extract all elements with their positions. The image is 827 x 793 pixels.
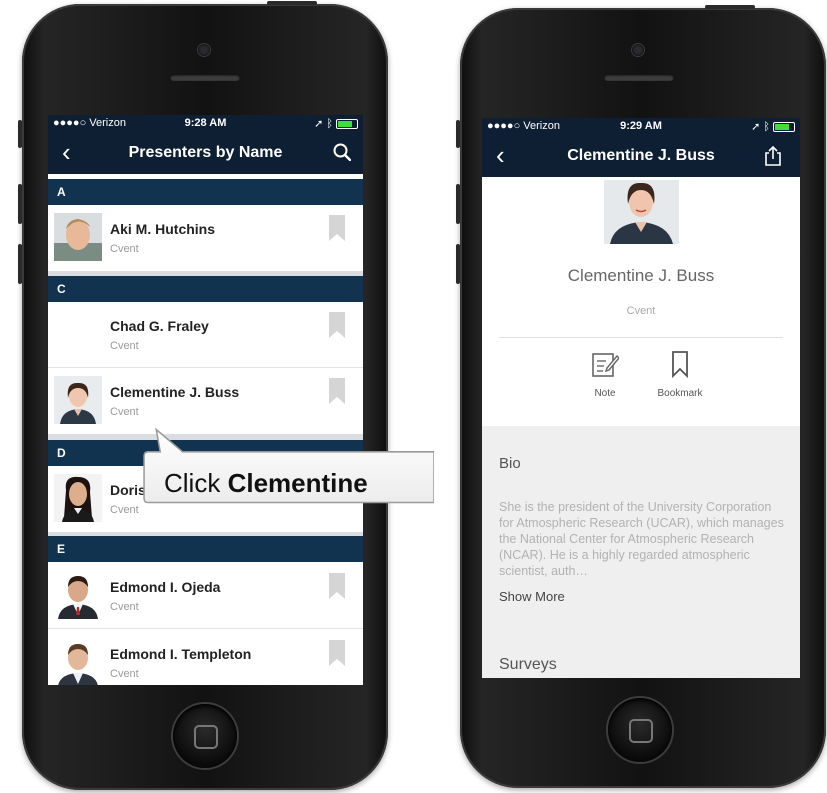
section-header-c: C (48, 276, 363, 302)
callout-text: Click Clementine (164, 468, 368, 498)
home-button[interactable] (608, 698, 672, 762)
profile-photo (604, 180, 679, 244)
status-bar: ●●●●○ Verizon 9:28 AM ➚ ᛒ (48, 115, 363, 132)
status-bar: ●●●●○ Verizon 9:29 AM ➚ ᛒ (482, 118, 800, 135)
presenter-org: Cvent (110, 601, 139, 613)
presenter-name: Edmond I. Templeton (110, 646, 252, 662)
volume-down-button (456, 244, 460, 284)
note-action[interactable]: Note (570, 350, 640, 399)
presenter-org: Cvent (110, 504, 139, 516)
bookmark-action[interactable]: Bookmark (645, 350, 715, 399)
presenter-row-aki[interactable]: Aki M. Hutchins Cvent (48, 205, 363, 271)
volume-up-button (18, 184, 22, 224)
section-header-e: E (48, 536, 363, 562)
avatar (54, 376, 102, 424)
presenter-org: Cvent (110, 340, 139, 352)
back-icon[interactable]: ‹ (496, 142, 505, 168)
front-camera (632, 44, 644, 56)
search-icon[interactable] (333, 143, 351, 161)
bookmark-icon[interactable] (329, 573, 345, 599)
presenter-row-edmond-templeton[interactable]: Edmond I. Templeton Cvent (48, 630, 363, 685)
bookmark-icon[interactable] (329, 378, 345, 404)
mute-switch (18, 120, 22, 148)
location-icon: ➚ (314, 118, 324, 130)
left-screen: ●●●●○ Verizon 9:28 AM ➚ ᛒ ‹ Presenters b… (48, 115, 363, 685)
note-icon (592, 353, 619, 377)
bio-text: She is the president of the University C… (499, 500, 784, 578)
presenter-row-chad[interactable]: Chad G. Fraley Cvent (48, 302, 363, 368)
page-title: Presenters by Name (128, 144, 283, 161)
power-button (705, 5, 755, 9)
presenter-org: Cvent (110, 668, 139, 680)
home-button[interactable] (173, 704, 237, 768)
presenter-name: Aki M. Hutchins (110, 221, 216, 237)
location-icon: ➚ (751, 121, 761, 133)
earpiece-speaker (170, 74, 240, 81)
presenter-org: Cvent (110, 406, 139, 418)
bookmark-icon[interactable] (329, 640, 345, 666)
show-more-link[interactable]: Show More (499, 589, 565, 604)
mute-switch (456, 120, 460, 148)
nav-bar: ‹ Clementine J. Buss (482, 135, 800, 177)
presenter-name: Edmond I. Ojeda (110, 579, 221, 595)
bookmark-icon[interactable] (329, 215, 345, 241)
avatar (54, 571, 102, 619)
battery-icon (773, 121, 795, 132)
profile-org: Cvent (626, 305, 656, 317)
back-icon[interactable]: ‹ (62, 139, 71, 165)
right-screen: ●●●●○ Verizon 9:29 AM ➚ ᛒ ‹ Clementine J… (482, 118, 800, 678)
profile-name: Clementine J. Buss (567, 266, 715, 285)
share-icon[interactable] (764, 146, 782, 166)
earpiece-speaker (604, 74, 674, 81)
bookmark-icon[interactable] (329, 312, 345, 338)
volume-up-button (456, 184, 460, 224)
instruction-callout (143, 427, 434, 504)
presenter-name: Chad G. Fraley (110, 318, 209, 334)
page-title: Clementine J. Buss (567, 147, 715, 164)
bookmark-icon (672, 351, 688, 378)
presenter-row-edmond-ojeda[interactable]: Edmond I. Ojeda Cvent (48, 563, 363, 629)
avatar (54, 474, 102, 522)
section-header-a: A (48, 179, 363, 205)
bluetooth-icon: ᛒ (326, 117, 333, 130)
divider (499, 337, 783, 338)
volume-down-button (18, 244, 22, 284)
bio-heading: Bio (499, 455, 521, 472)
bluetooth-icon: ᛒ (763, 120, 770, 133)
surveys-heading: Surveys (499, 656, 557, 673)
battery-icon (336, 118, 358, 129)
presenter-org: Cvent (110, 243, 139, 255)
nav-bar: ‹ Presenters by Name (48, 132, 363, 174)
avatar (54, 213, 102, 261)
power-button (267, 1, 317, 5)
presenter-name: Clementine J. Buss (110, 384, 240, 400)
avatar (54, 638, 102, 685)
front-camera (198, 44, 210, 56)
